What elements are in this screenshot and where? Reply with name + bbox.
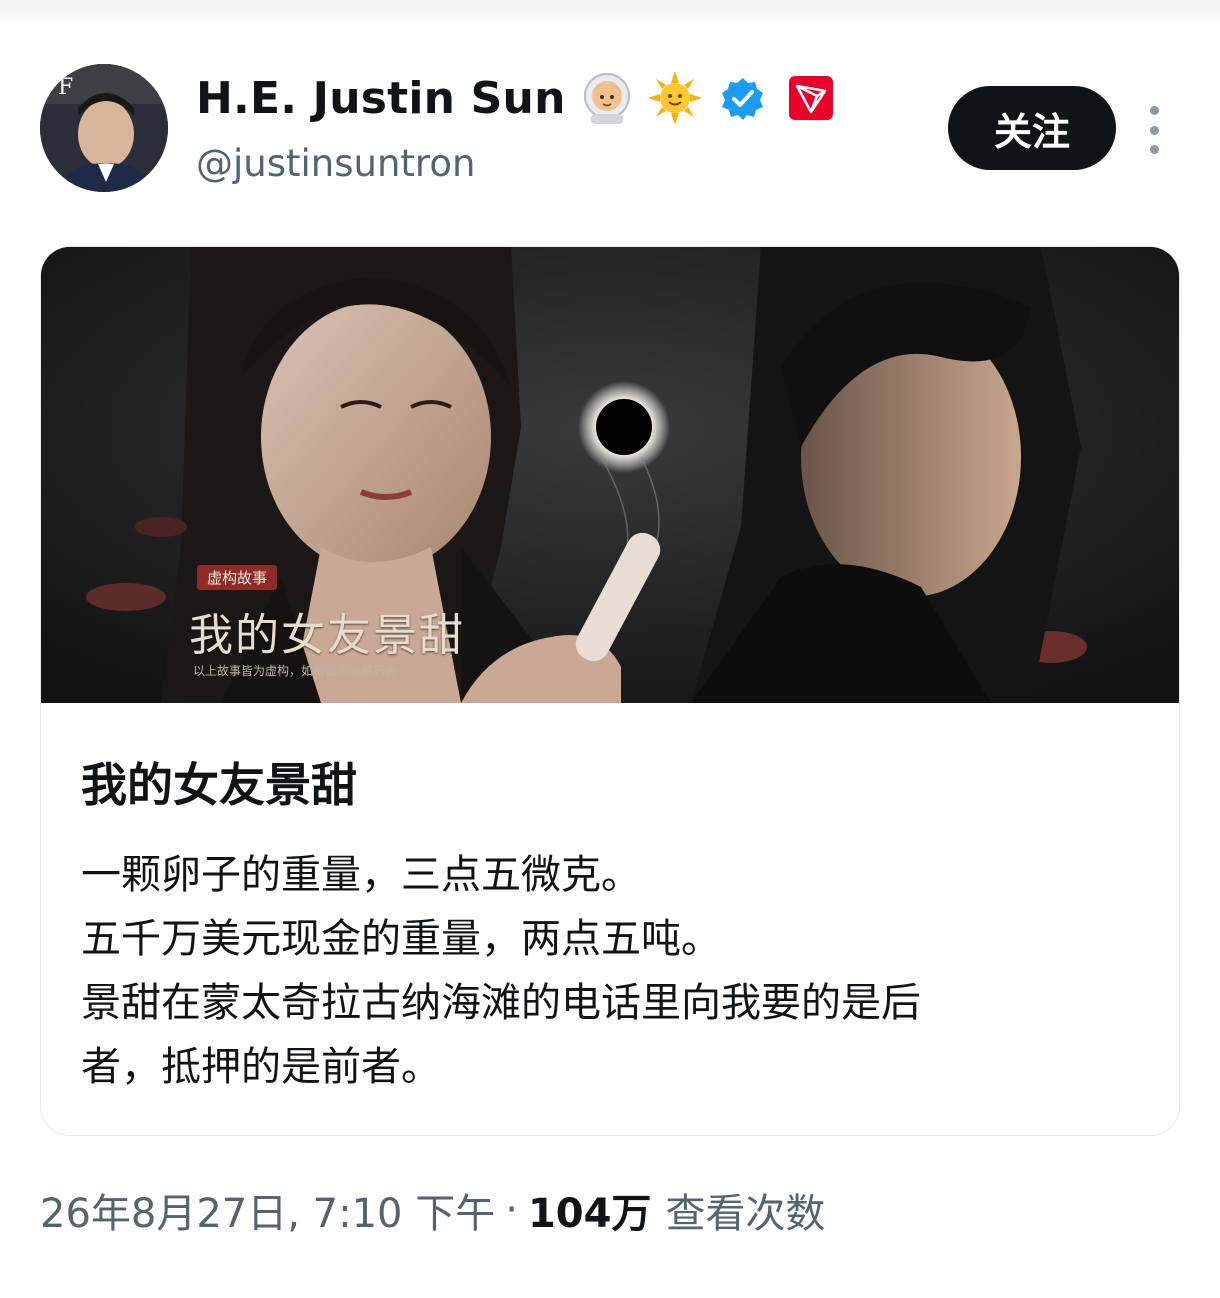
display-name[interactable]: H.E. Justin Sun — [196, 73, 566, 124]
views-label: 查看次数 — [665, 1191, 826, 1237]
sun-emoji — [647, 71, 702, 125]
cover-title: 我的女友景甜 — [189, 610, 465, 661]
more-vertical-icon[interactable] — [1134, 106, 1174, 154]
follow-button[interactable]: 关注 — [948, 86, 1116, 170]
user-handle[interactable]: @justinsuntron — [196, 142, 475, 185]
name-row: H.E. Justin Sun — [196, 66, 838, 130]
card-body: 一颗卵子的重量，三点五微克。 五千万美元现金的重量，两点五吨。 景甜在蒙太奇拉古… — [81, 843, 1141, 1099]
card-body-line: 一颗卵子的重量，三点五微克。 — [81, 852, 641, 898]
card-title[interactable]: 我的女友景甜 — [81, 749, 357, 815]
tweet-meta: 26年8月27日, 7:10 下午 · 104万 查看次数 — [40, 1178, 825, 1242]
more-dot — [1149, 145, 1159, 154]
link-card[interactable]: 虚构故事 我的女友景甜 以上故事皆为虚构，如有雷同纯属巧合 我的女友景甜 一颗卵… — [40, 246, 1180, 1136]
card-body-line: 景甜在蒙太奇拉古纳海滩的电话里向我要的是后 — [81, 980, 921, 1026]
tweet-header: F H.E. Justin Sun @justinsuntron 关注 — [0, 0, 1220, 230]
views-count[interactable]: 104万 — [528, 1181, 652, 1239]
timestamp[interactable]: 26年8月27日, 7:10 下午 — [40, 1181, 495, 1239]
avatar[interactable]: F — [40, 64, 168, 192]
avatar-magazine-letter: F — [58, 75, 73, 100]
card-body-line: 五千万美元现金的重量，两点五吨。 — [81, 916, 721, 962]
meta-separator: · — [505, 1187, 518, 1233]
verified-badge-icon[interactable] — [716, 71, 770, 125]
more-dot — [1149, 106, 1159, 115]
card-cover-image[interactable]: 虚构故事 我的女友景甜 以上故事皆为虚构，如有雷同纯属巧合 — [41, 247, 1179, 703]
tron-logo-icon[interactable] — [784, 71, 838, 125]
card-body-line: 者，抵押的是前者。 — [81, 1044, 441, 1090]
cover-disclaimer: 以上故事皆为虚构，如有雷同纯属巧合 — [193, 664, 398, 678]
astronaut-emoji — [580, 71, 634, 125]
more-dot — [1149, 125, 1159, 135]
cover-tag: 虚构故事 — [197, 565, 278, 590]
